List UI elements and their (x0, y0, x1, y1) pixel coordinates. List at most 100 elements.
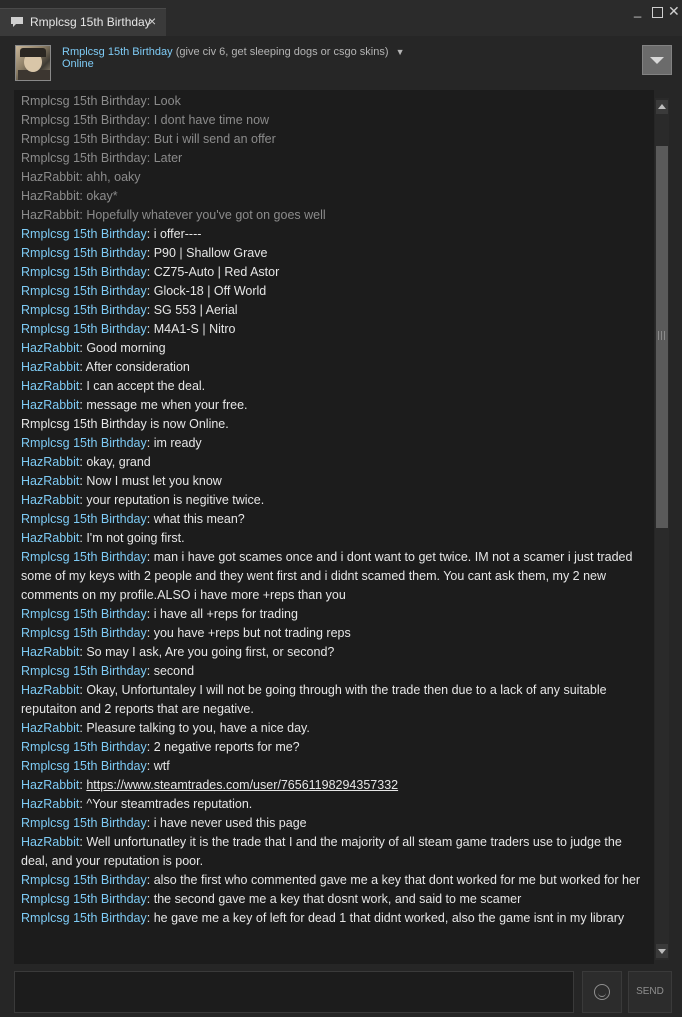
maximize-icon[interactable] (652, 7, 663, 18)
message-sender[interactable]: HazRabbit (21, 341, 79, 355)
chat-message: HazRabbit: Now I must let you know (21, 472, 641, 491)
chat-message: Rmplcsg 15th Birthday: second (21, 662, 641, 681)
message-sender[interactable]: Rmplcsg 15th Birthday (21, 550, 147, 564)
message-sender[interactable]: HazRabbit (21, 398, 79, 412)
message-sender[interactable]: HazRabbit (21, 455, 79, 469)
message-sender[interactable]: Rmplcsg 15th Birthday (21, 607, 147, 621)
chat-tab-label: Rmplcsg 15th Birthday (30, 15, 151, 29)
message-sender[interactable]: Rmplcsg 15th Birthday (21, 816, 147, 830)
message-sender[interactable]: HazRabbit (21, 474, 79, 488)
message-separator: : (146, 607, 154, 621)
message-sender[interactable]: Rmplcsg 15th Birthday (21, 911, 147, 925)
message-sender[interactable]: Rmplcsg 15th Birthday (21, 759, 147, 773)
scroll-thumb[interactable] (656, 146, 668, 528)
message-sender[interactable]: HazRabbit (21, 493, 79, 507)
message-list: Rmplcsg 15th Birthday: Look Rmplcsg 15th … (21, 92, 641, 928)
message-text: im ready (153, 436, 202, 450)
message-separator: : (146, 816, 154, 830)
message-sender[interactable]: Rmplcsg 15th Birthday (21, 322, 147, 336)
friend-name-subtitle: (give civ 6, get sleeping dogs or csgo s… (175, 46, 389, 58)
chat-tab[interactable]: Rmplcsg 15th Birthday × (0, 8, 166, 36)
chat-message: Rmplcsg 15th Birthday: P90 | Shallow Gra… (21, 244, 641, 263)
message-separator: : (146, 873, 154, 887)
message-sender[interactable]: Rmplcsg 15th Birthday (21, 512, 147, 526)
message-input[interactable] (14, 971, 574, 1013)
message-sender[interactable]: Rmplcsg 15th Birthday (21, 664, 147, 678)
chat-options-button[interactable] (642, 45, 672, 75)
message-sender[interactable]: Rmplcsg 15th Birthday (21, 151, 147, 165)
message-text: Glock-18 | Off World (153, 284, 267, 298)
chat-message: HazRabbit: message me when your free. (21, 396, 641, 415)
message-sender[interactable]: HazRabbit (21, 778, 79, 792)
message-text: your reputation is negitive twice. (86, 493, 265, 507)
message-sender[interactable]: HazRabbit (21, 683, 79, 697)
message-sender[interactable]: Rmplcsg 15th Birthday (21, 227, 147, 241)
scroll-grip-icon (658, 331, 666, 340)
scroll-up-icon (658, 104, 666, 109)
message-separator: : (146, 94, 154, 108)
message-sender[interactable]: Rmplcsg 15th Birthday (21, 132, 147, 146)
chat-message: Rmplcsg 15th Birthday: Glock-18 | Off Wo… (21, 282, 641, 301)
message-text: SG 553 | Aerial (153, 303, 238, 317)
message-text: 2 negative reports for me? (153, 740, 300, 754)
avatar[interactable] (15, 45, 51, 81)
message-sender[interactable]: HazRabbit (21, 170, 79, 184)
chat-message: HazRabbit: your reputation is negitive t… (21, 491, 641, 510)
emoticon-button[interactable] (582, 971, 622, 1013)
message-sender[interactable]: HazRabbit (21, 189, 79, 203)
chat-message: Rmplcsg 15th Birthday: you have +reps bu… (21, 624, 641, 643)
message-sender[interactable]: HazRabbit (21, 379, 79, 393)
scroll-up-button[interactable] (656, 100, 668, 114)
message-link[interactable]: https://www.steamtrades.com/user/7656119… (86, 778, 398, 792)
message-sender[interactable]: Rmplcsg 15th Birthday (21, 303, 147, 317)
chat-message: Rmplcsg 15th Birthday is now Online. (21, 415, 641, 434)
message-sender[interactable]: Rmplcsg 15th Birthday (21, 113, 147, 127)
message-sender[interactable]: Rmplcsg 15th Birthday (21, 873, 147, 887)
close-window-icon[interactable]: ✕ (668, 3, 680, 20)
message-text: After consideration (85, 360, 190, 374)
message-sender[interactable]: HazRabbit (21, 721, 79, 735)
smiley-icon (594, 984, 610, 1000)
message-sender[interactable]: HazRabbit (21, 835, 79, 849)
send-button[interactable]: SEND (628, 971, 672, 1013)
chat-message: HazRabbit: I can accept the deal. (21, 377, 641, 396)
chat-message: Rmplcsg 15th Birthday: wtf (21, 757, 641, 776)
message-text: Pleasure talking to you, have a nice day… (86, 721, 310, 735)
message-separator: : (146, 303, 154, 317)
message-sender[interactable]: Rmplcsg 15th Birthday (21, 436, 147, 450)
chat-message: HazRabbit: Pleasure talking to you, have… (21, 719, 641, 738)
message-text: also the first who commented gave me a k… (153, 873, 641, 887)
dropdown-arrow-icon (650, 57, 664, 64)
message-sender[interactable]: HazRabbit (21, 208, 79, 222)
chat-scrollbar[interactable] (655, 98, 669, 960)
message-text: he gave me a key of left for dead 1 that… (153, 911, 625, 925)
chat-message: HazRabbit: Hopefully whatever you've got… (21, 206, 641, 225)
message-sender[interactable]: HazRabbit (21, 797, 79, 811)
message-sender[interactable]: Rmplcsg 15th Birthday (21, 626, 147, 640)
chevron-down-icon[interactable]: ▼ (396, 47, 405, 57)
message-sender[interactable]: Rmplcsg 15th Birthday (21, 246, 147, 260)
scroll-down-button[interactable] (656, 944, 668, 958)
friend-name[interactable]: Rmplcsg 15th Birthday (give civ 6, get s… (62, 46, 405, 58)
chat-message: HazRabbit: So may I ask, Are you going f… (21, 643, 641, 662)
chat-message: Rmplcsg 15th Birthday: M4A1-S | Nitro (21, 320, 641, 339)
chat-message: Rmplcsg 15th Birthday: i have never used… (21, 814, 641, 833)
friend-status: Online (62, 58, 94, 70)
close-tab-icon[interactable]: × (148, 14, 156, 28)
message-sender[interactable]: HazRabbit (21, 360, 79, 374)
message-sender[interactable]: Rmplcsg 15th Birthday (21, 892, 147, 906)
friend-name-text: Rmplcsg 15th Birthday (62, 46, 173, 58)
message-sender[interactable]: Rmplcsg 15th Birthday (21, 265, 147, 279)
message-sender[interactable]: Rmplcsg 15th Birthday (21, 740, 147, 754)
message-sender[interactable]: Rmplcsg 15th Birthday (21, 94, 147, 108)
scroll-down-icon (658, 949, 666, 954)
message-text: CZ75-Auto | Red Astor (153, 265, 280, 279)
chat-message: HazRabbit: okay, grand (21, 453, 641, 472)
minimize-icon[interactable]: _ (634, 3, 641, 18)
message-text: Hopefully whatever you've got on goes we… (86, 208, 326, 222)
message-sender[interactable]: HazRabbit (21, 531, 79, 545)
chat-header: Rmplcsg 15th Birthday (give civ 6, get s… (0, 36, 682, 88)
message-text: P90 | Shallow Grave (153, 246, 268, 260)
message-sender[interactable]: Rmplcsg 15th Birthday (21, 284, 147, 298)
message-sender[interactable]: HazRabbit (21, 645, 79, 659)
